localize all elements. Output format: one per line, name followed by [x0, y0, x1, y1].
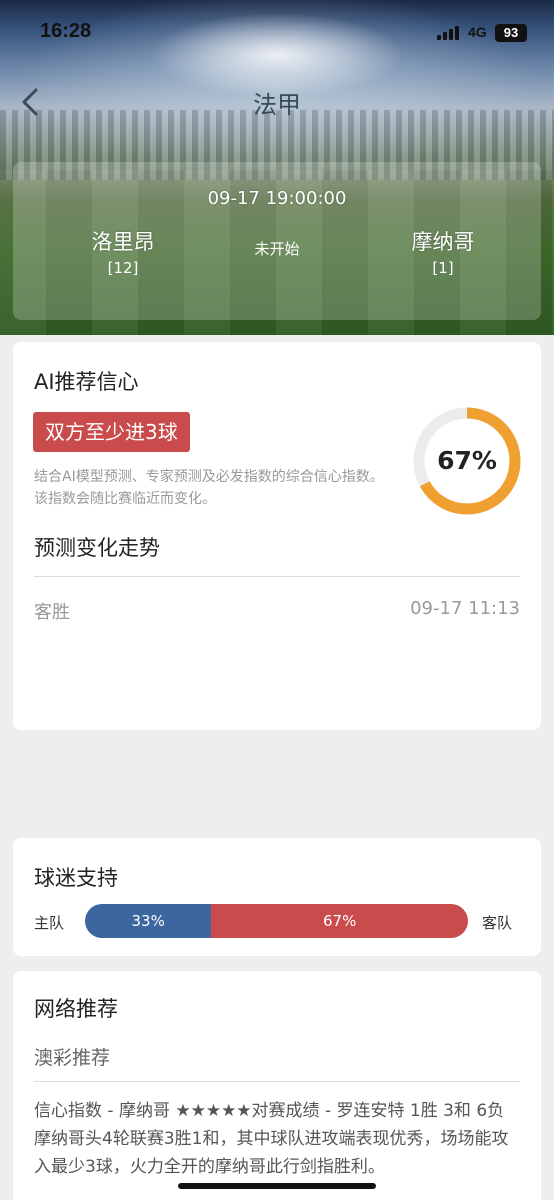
ai-recommendation-card: AI推荐信心 双方至少进3球 结合AI模型预测、专家预测及必发指数的综合信心指数…: [13, 342, 541, 730]
fans-away-segment: 67%: [211, 904, 468, 938]
status-time: 16:28: [40, 20, 92, 42]
network-section-title: 网络推荐: [34, 997, 118, 1021]
status-bar: 16:28 4G 93: [0, 0, 554, 60]
ai-section-title: AI推荐信心: [34, 370, 139, 394]
away-team-rank: [1]: [432, 259, 454, 277]
trend-time: 09-17 11:13: [410, 598, 520, 619]
match-datetime: 09-17 19:00:00: [207, 188, 347, 209]
home-indicator[interactable]: [178, 1183, 376, 1189]
ai-pick-badge: 双方至少进3球: [33, 412, 190, 452]
trend-section-title: 预测变化走势: [34, 536, 160, 560]
signal-icon: [437, 26, 463, 40]
match-info-card: 09-17 19:00:00 洛里昂 [12] 未开始 摩纳哥 [1]: [13, 162, 541, 320]
network-subtitle: 澳彩推荐: [34, 1047, 111, 1069]
network-recommendation-text: 信心指数 - 摩纳哥 ★★★★★对赛成绩 - 罗连安特 1胜 3和 6负 摩纳哥…: [34, 1101, 509, 1177]
page-title: 法甲: [253, 91, 301, 119]
trend-pick: 客胜: [34, 602, 70, 623]
fans-section-title: 球迷支持: [34, 866, 118, 890]
nav-bar: 法甲: [0, 75, 554, 130]
confidence-value: 67%: [437, 446, 497, 475]
fans-away-label: 客队: [482, 914, 513, 932]
divider: [34, 1081, 520, 1082]
fans-home-label: 主队: [34, 914, 65, 932]
network-recommendation-card: 网络推荐 澳彩推荐 信心指数 - 摩纳哥 ★★★★★对赛成绩 - 罗连安特 1胜…: [13, 971, 541, 1200]
away-team-name: 摩纳哥: [411, 230, 475, 254]
ai-description: 结合AI模型预测、专家预测及必发指数的综合信心指数。该指数会随比赛临近而变化。: [34, 469, 384, 507]
divider: [34, 576, 520, 577]
network-type: 4G: [468, 24, 487, 40]
battery-icon: 93: [495, 24, 527, 42]
fan-support-card: 球迷支持 主队 33% 67% 客队: [13, 838, 541, 956]
fans-home-segment: 33%: [85, 904, 212, 938]
fan-support-bar: 33% 67%: [85, 904, 468, 938]
home-team-rank: [12]: [107, 259, 139, 277]
away-team[interactable]: 摩纳哥 [1]: [373, 226, 513, 277]
